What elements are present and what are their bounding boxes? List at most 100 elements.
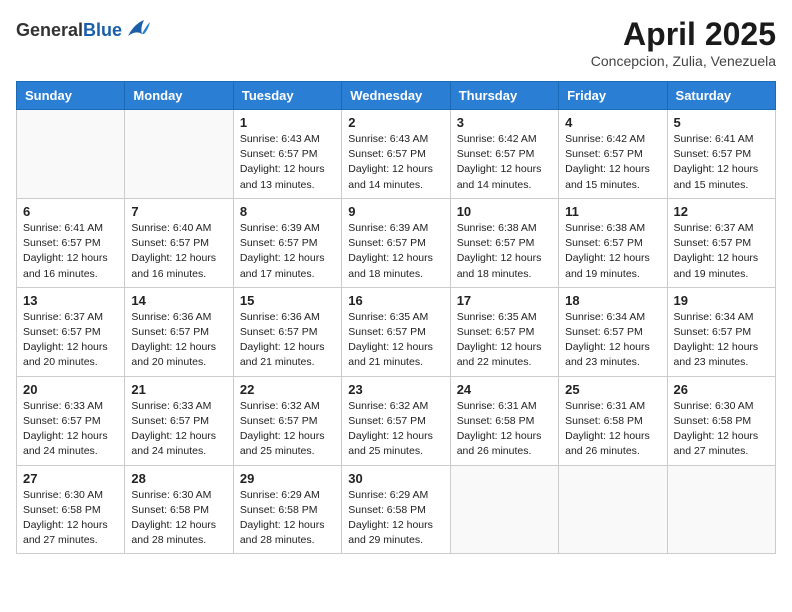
day-number: 14 [131,293,226,308]
day-number: 27 [23,471,118,486]
day-info: Sunrise: 6:35 AMSunset: 6:57 PMDaylight:… [457,310,552,371]
calendar-cell: 15 Sunrise: 6:36 AMSunset: 6:57 PMDayligh… [233,287,341,376]
day-number: 30 [348,471,443,486]
location-subtitle: Concepcion, Zulia, Venezuela [591,53,776,69]
title-block: April 2025 Concepcion, Zulia, Venezuela [591,16,776,69]
calendar-cell: 9 Sunrise: 6:39 AMSunset: 6:57 PMDaylight… [342,198,450,287]
calendar-cell: 17Sunrise: 6:35 AMSunset: 6:57 PMDayligh… [450,287,558,376]
day-number: 5 [674,115,769,130]
col-header-friday: Friday [559,82,667,110]
calendar-cell: 30 Sunrise: 6:29 AMSunset: 6:58 PMDayligh… [342,465,450,554]
day-info: Sunrise: 6:29 AMSunset: 6:58 PMDaylight:… [240,488,335,549]
day-info: Sunrise: 6:29 AMSunset: 6:58 PMDaylight:… [348,488,443,549]
day-number: 24 [457,382,552,397]
col-header-sunday: Sunday [17,82,125,110]
calendar-cell: 27 Sunrise: 6:30 AMSunset: 6:58 PMDayligh… [17,465,125,554]
calendar-cell: 10 Sunrise: 6:38 AMSunset: 6:57 PMDayligh… [450,198,558,287]
day-info: Sunrise: 6:41 AMSunset: 6:57 PMDaylight:… [674,132,769,193]
day-number: 9 [348,204,443,219]
day-number: 19 [674,293,769,308]
day-info: Sunrise: 6:32 AMSunset: 6:57 PMDaylight:… [348,399,443,460]
day-info: Sunrise: 6:36 AMSunset: 6:57 PMDaylight:… [131,310,226,371]
day-info: Sunrise: 6:43 AMSunset: 6:57 PMDaylight:… [240,132,335,193]
logo-bird-icon [124,16,152,44]
week-row-4: 20Sunrise: 6:33 AMSunset: 6:57 PMDayligh… [17,376,776,465]
day-info: Sunrise: 6:43 AMSunset: 6:57 PMDaylight:… [348,132,443,193]
day-number: 21 [131,382,226,397]
calendar-cell: 7 Sunrise: 6:40 AMSunset: 6:57 PMDaylight… [125,198,233,287]
day-number: 16 [348,293,443,308]
day-number: 26 [674,382,769,397]
day-number: 6 [23,204,118,219]
calendar-cell: 11 Sunrise: 6:38 AMSunset: 6:57 PMDayligh… [559,198,667,287]
calendar-cell: 24 Sunrise: 6:31 AMSunset: 6:58 PMDayligh… [450,376,558,465]
col-header-wednesday: Wednesday [342,82,450,110]
logo-blue: Blue [83,20,122,40]
day-number: 1 [240,115,335,130]
day-number: 25 [565,382,660,397]
day-info: Sunrise: 6:40 AMSunset: 6:57 PMDaylight:… [131,221,226,282]
page-header: GeneralBlue April 2025 Concepcion, Zulia… [16,16,776,69]
day-number: 15 [240,293,335,308]
calendar-table: SundayMondayTuesdayWednesdayThursdayFrid… [16,81,776,554]
calendar-cell: 3 Sunrise: 6:42 AMSunset: 6:57 PMDaylight… [450,110,558,199]
day-info: Sunrise: 6:33 AMSunset: 6:57 PMDaylight:… [131,399,226,460]
calendar-cell: 20Sunrise: 6:33 AMSunset: 6:57 PMDayligh… [17,376,125,465]
day-info: Sunrise: 6:33 AMSunset: 6:57 PMDaylight:… [23,399,118,460]
day-info: Sunrise: 6:37 AMSunset: 6:57 PMDaylight:… [23,310,118,371]
calendar-cell: 4Sunrise: 6:42 AMSunset: 6:57 PMDaylight… [559,110,667,199]
calendar-cell [559,465,667,554]
day-number: 10 [457,204,552,219]
day-number: 8 [240,204,335,219]
calendar-cell: 16 Sunrise: 6:35 AMSunset: 6:57 PMDayligh… [342,287,450,376]
calendar-cell: 18Sunrise: 6:34 AMSunset: 6:57 PMDayligh… [559,287,667,376]
day-info: Sunrise: 6:36 AMSunset: 6:57 PMDaylight:… [240,310,335,371]
col-header-thursday: Thursday [450,82,558,110]
day-number: 7 [131,204,226,219]
day-number: 11 [565,204,660,219]
calendar-cell: 19 Sunrise: 6:34 AMSunset: 6:57 PMDayligh… [667,287,775,376]
day-info: Sunrise: 6:31 AMSunset: 6:58 PMDaylight:… [457,399,552,460]
day-info: Sunrise: 6:38 AMSunset: 6:57 PMDaylight:… [565,221,660,282]
col-header-saturday: Saturday [667,82,775,110]
day-info: Sunrise: 6:34 AMSunset: 6:57 PMDaylight:… [674,310,769,371]
calendar-cell: 1 Sunrise: 6:43 AMSunset: 6:57 PMDaylight… [233,110,341,199]
day-number: 4 [565,115,660,130]
day-number: 2 [348,115,443,130]
calendar-cell [125,110,233,199]
day-number: 3 [457,115,552,130]
day-info: Sunrise: 6:30 AMSunset: 6:58 PMDaylight:… [674,399,769,460]
month-year-title: April 2025 [591,16,776,53]
calendar-cell: 8Sunrise: 6:39 AMSunset: 6:57 PMDaylight… [233,198,341,287]
col-header-tuesday: Tuesday [233,82,341,110]
day-number: 22 [240,382,335,397]
day-info: Sunrise: 6:37 AMSunset: 6:57 PMDaylight:… [674,221,769,282]
day-number: 29 [240,471,335,486]
day-info: Sunrise: 6:30 AMSunset: 6:58 PMDaylight:… [23,488,118,549]
day-number: 23 [348,382,443,397]
calendar-cell [17,110,125,199]
day-info: Sunrise: 6:38 AMSunset: 6:57 PMDaylight:… [457,221,552,282]
calendar-cell: 6 Sunrise: 6:41 AMSunset: 6:57 PMDaylight… [17,198,125,287]
day-info: Sunrise: 6:34 AMSunset: 6:57 PMDaylight:… [565,310,660,371]
calendar-cell: 13 Sunrise: 6:37 AMSunset: 6:57 PMDayligh… [17,287,125,376]
week-row-5: 27 Sunrise: 6:30 AMSunset: 6:58 PMDayligh… [17,465,776,554]
calendar-cell: 28 Sunrise: 6:30 AMSunset: 6:58 PMDayligh… [125,465,233,554]
day-info: Sunrise: 6:35 AMSunset: 6:57 PMDaylight:… [348,310,443,371]
calendar-cell: 5 Sunrise: 6:41 AMSunset: 6:57 PMDaylight… [667,110,775,199]
logo-general: General [16,20,83,40]
day-info: Sunrise: 6:31 AMSunset: 6:58 PMDaylight:… [565,399,660,460]
day-number: 28 [131,471,226,486]
calendar-cell [667,465,775,554]
calendar-cell: 12Sunrise: 6:37 AMSunset: 6:57 PMDayligh… [667,198,775,287]
day-info: Sunrise: 6:39 AMSunset: 6:57 PMDaylight:… [348,221,443,282]
day-info: Sunrise: 6:30 AMSunset: 6:58 PMDaylight:… [131,488,226,549]
col-header-monday: Monday [125,82,233,110]
day-info: Sunrise: 6:41 AMSunset: 6:57 PMDaylight:… [23,221,118,282]
day-number: 13 [23,293,118,308]
day-info: Sunrise: 6:42 AMSunset: 6:57 PMDaylight:… [457,132,552,193]
calendar-cell: 21 Sunrise: 6:33 AMSunset: 6:57 PMDayligh… [125,376,233,465]
calendar-header-row: SundayMondayTuesdayWednesdayThursdayFrid… [17,82,776,110]
logo: GeneralBlue [16,16,152,44]
calendar-cell: 2 Sunrise: 6:43 AMSunset: 6:57 PMDaylight… [342,110,450,199]
